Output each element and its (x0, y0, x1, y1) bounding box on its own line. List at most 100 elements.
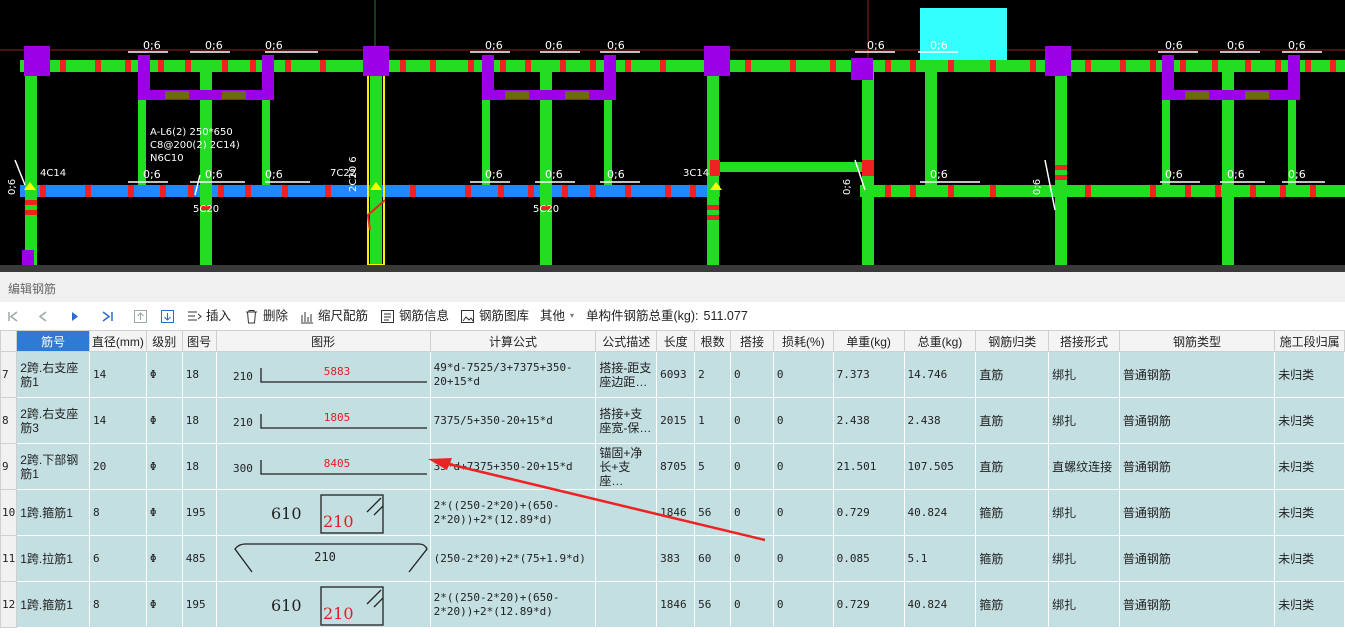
row-number[interactable]: 9 (0, 443, 18, 490)
stage-cell[interactable]: 未归类 (1274, 581, 1345, 628)
length-cell[interactable]: 383 (656, 535, 696, 582)
diameter-cell[interactable]: 14 (88, 351, 147, 398)
column-header[interactable]: 损耗(%) (772, 330, 834, 352)
rebar-category-cell[interactable]: 箍筋 (975, 535, 1050, 582)
lap-form-cell[interactable]: 绑扎 (1048, 397, 1120, 444)
delete-button[interactable]: 删除 (244, 306, 288, 326)
figure-number-cell[interactable]: 195 (181, 489, 217, 536)
shape-cell[interactable]: 610 210 (215, 581, 431, 628)
figure-number-cell[interactable]: 195 (181, 581, 217, 628)
table-row[interactable]: 8 2跨.右支座筋3 14 Φ 18 210 1805 7375/5+350-20+15*d 搭… (0, 397, 1345, 444)
diameter-cell[interactable]: 20 (88, 443, 147, 490)
total-weight-cell[interactable]: 107.505 (903, 443, 977, 490)
column-header[interactable]: 搭接形式 (1048, 330, 1120, 352)
rebar-type-cell[interactable]: 普通钢筋 (1118, 581, 1276, 628)
rebar-type-cell[interactable]: 普通钢筋 (1118, 397, 1276, 444)
cad-drawing-canvas[interactable]: 0;6 0;6 0;6 0;6 0;6 0;6 0;6 0;6 0;6 0;6 … (0, 0, 1345, 265)
grade-cell[interactable]: Φ (145, 351, 183, 398)
loss-cell[interactable]: 0 (772, 581, 834, 628)
grade-cell[interactable]: Φ (145, 397, 183, 444)
loss-cell[interactable]: 0 (772, 535, 834, 582)
column-header[interactable]: 总重(kg) (903, 330, 977, 352)
row-number[interactable]: 10 (0, 489, 18, 536)
stage-cell[interactable]: 未归类 (1274, 397, 1345, 444)
count-cell[interactable]: 1 (694, 397, 732, 444)
rebar-category-cell[interactable]: 直筋 (975, 351, 1050, 398)
move-up-button[interactable] (133, 306, 152, 326)
rebar-category-cell[interactable]: 直筋 (975, 397, 1050, 444)
lap-form-cell[interactable]: 直螺纹连接 (1048, 443, 1120, 490)
splitter[interactable] (0, 265, 1345, 272)
formula-desc-cell[interactable]: 搭接-距支座边距… (595, 351, 658, 398)
column-header[interactable]: 筋号 (16, 330, 90, 352)
prev-record-button[interactable] (36, 306, 55, 326)
formula-cell[interactable]: 7375/5+350-20+15*d (429, 397, 597, 444)
loss-cell[interactable]: 0 (772, 351, 834, 398)
formula-cell[interactable]: 2*((250-2*20)+(650-2*20))+2*(12.89*d) (429, 489, 597, 536)
lap-cell[interactable]: 0 (730, 397, 774, 444)
formula-desc-cell[interactable]: 搭接+支座宽-保… (595, 397, 658, 444)
unit-weight-cell[interactable]: 7.373 (832, 351, 905, 398)
column-header[interactable]: 级别 (145, 330, 183, 352)
grade-cell[interactable]: Φ (145, 535, 183, 582)
length-cell[interactable]: 1846 (656, 581, 696, 628)
rebar-library-button[interactable]: 钢筋图库 (460, 306, 529, 326)
loss-cell[interactable]: 0 (772, 397, 834, 444)
formula-desc-cell[interactable] (595, 535, 658, 582)
lap-form-cell[interactable]: 绑扎 (1048, 535, 1120, 582)
grade-cell[interactable]: Φ (145, 443, 183, 490)
shape-cell[interactable]: 610 210 (215, 489, 431, 536)
column-header[interactable]: 公式描述 (595, 330, 658, 352)
stage-cell[interactable]: 未归类 (1274, 351, 1345, 398)
column-header[interactable]: 搭接 (730, 330, 774, 352)
table-row[interactable]: 9 2跨.下部钢筋1 20 Φ 18 300 8405 35*d+7375+350-20+15… (0, 443, 1345, 490)
rebar-name-cell[interactable]: 2跨.下部钢筋1 (16, 443, 90, 490)
rebar-info-button[interactable]: 钢筋信息 (380, 306, 449, 326)
lap-form-cell[interactable]: 绑扎 (1048, 489, 1120, 536)
rebar-type-cell[interactable]: 普通钢筋 (1118, 489, 1276, 536)
scale-rebar-button[interactable]: 缩尺配筋 (299, 306, 368, 326)
shape-cell[interactable]: 210 5883 (215, 351, 431, 398)
unit-weight-cell[interactable]: 0.729 (832, 581, 905, 628)
total-weight-cell[interactable]: 14.746 (903, 351, 977, 398)
rebar-drawing[interactable]: 0;6 0;6 0;6 0;6 0;6 0;6 0;6 0;6 0;6 0;6 … (0, 0, 1345, 265)
total-weight-cell[interactable]: 40.824 (903, 581, 977, 628)
table-row[interactable]: 7 2跨.右支座筋1 14 Φ 18 210 5883 49*d-7525/3+7375+35… (0, 351, 1345, 398)
shape-cell[interactable]: 300 8405 (215, 443, 431, 490)
corner-cell[interactable] (0, 330, 18, 352)
lap-cell[interactable]: 0 (730, 351, 774, 398)
formula-desc-cell[interactable] (595, 581, 658, 628)
figure-number-cell[interactable]: 18 (181, 443, 217, 490)
table-row[interactable]: 11 1跨.拉筋1 6 Φ 485 210 (250-2*20)+2*(75+1.9*d) 3… (0, 535, 1345, 582)
column-header[interactable]: 直径(mm) (88, 330, 147, 352)
count-cell[interactable]: 60 (694, 535, 732, 582)
length-cell[interactable]: 6093 (656, 351, 696, 398)
diameter-cell[interactable]: 8 (88, 581, 147, 628)
count-cell[interactable]: 56 (694, 581, 732, 628)
rebar-name-cell[interactable]: 1跨.箍筋1 (16, 581, 90, 628)
unit-weight-cell[interactable]: 2.438 (832, 397, 905, 444)
row-number[interactable]: 8 (0, 397, 18, 444)
insert-button[interactable]: 插入 (187, 306, 231, 326)
row-number[interactable]: 11 (0, 535, 18, 582)
rebar-type-cell[interactable]: 普通钢筋 (1118, 351, 1276, 398)
column-header[interactable]: 钢筋类型 (1118, 330, 1276, 352)
stage-cell[interactable]: 未归类 (1274, 535, 1345, 582)
column-header[interactable]: 钢筋归类 (975, 330, 1050, 352)
column-header[interactable]: 根数 (694, 330, 732, 352)
lap-form-cell[interactable]: 绑扎 (1048, 581, 1120, 628)
lap-form-cell[interactable]: 绑扎 (1048, 351, 1120, 398)
table-row[interactable]: 12 1跨.箍筋1 8 Φ 195 610 210 2*((250-2*20)+(650-2*… (0, 581, 1345, 628)
column-header[interactable]: 长度 (656, 330, 696, 352)
rebar-name-cell[interactable]: 2跨.右支座筋1 (16, 351, 90, 398)
unit-weight-cell[interactable]: 21.501 (832, 443, 905, 490)
stage-cell[interactable]: 未归类 (1274, 443, 1345, 490)
next-record-button[interactable] (67, 306, 86, 326)
last-record-button[interactable] (100, 306, 119, 326)
column-header[interactable]: 计算公式 (429, 330, 597, 352)
other-dropdown[interactable]: 其他 ▾ (540, 306, 574, 326)
row-number[interactable]: 12 (0, 581, 18, 628)
lap-cell[interactable]: 0 (730, 489, 774, 536)
unit-weight-cell[interactable]: 0.729 (832, 489, 905, 536)
formula-cell[interactable]: (250-2*20)+2*(75+1.9*d) (429, 535, 597, 582)
